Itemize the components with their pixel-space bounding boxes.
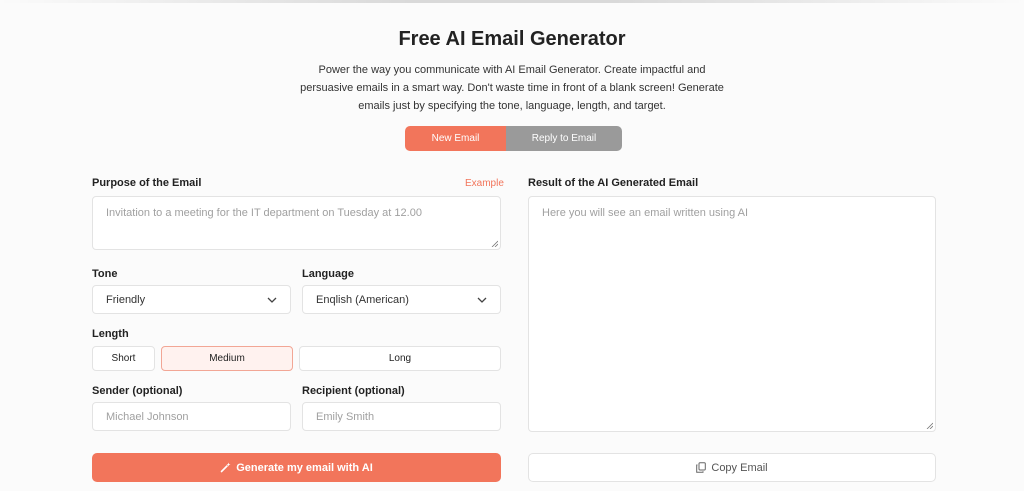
language-label: Language: [302, 268, 354, 280]
top-divider: [0, 0, 1024, 3]
example-link[interactable]: Example: [465, 178, 504, 189]
generate-button-label: Generate my email with AI: [236, 461, 373, 474]
purpose-placeholder: Invitation to a meeting for the IT depar…: [106, 207, 422, 219]
language-value: Enqlish (American): [316, 293, 409, 306]
tone-value: Friendly: [106, 293, 146, 306]
magic-wand-icon: [220, 462, 231, 473]
copy-email-button[interactable]: Copy Email: [528, 453, 936, 482]
language-select[interactable]: Enqlish (American): [302, 285, 501, 314]
tab-new-email[interactable]: New Email: [405, 126, 506, 151]
purpose-label: Purpose of the Email: [92, 177, 202, 189]
resize-grip-icon[interactable]: [491, 240, 498, 247]
page-description: Power the way you communicate with AI Em…: [300, 64, 724, 112]
result-textarea[interactable]: Here you will see an email written using…: [528, 196, 936, 432]
resize-grip-icon[interactable]: [926, 422, 933, 429]
tone-label: Tone: [92, 268, 118, 280]
mode-toggle: New Email Reply to Email: [405, 126, 622, 151]
result-placeholder: Here you will see an email written using…: [542, 207, 749, 219]
chevron-down-icon: [267, 297, 277, 303]
length-short-button[interactable]: Short: [92, 346, 155, 371]
sender-input[interactable]: Michael Johnson: [92, 402, 291, 431]
length-long-button[interactable]: Long: [299, 346, 501, 371]
generate-email-button[interactable]: Generate my email with AI: [92, 453, 501, 482]
copy-icon: [696, 462, 707, 473]
chevron-down-icon: [477, 297, 487, 303]
recipient-label: Recipient (optional): [302, 385, 405, 397]
page-title: Free AI Email Generator: [398, 28, 626, 50]
recipient-placeholder: Emily Smith: [316, 410, 375, 423]
sender-placeholder: Michael Johnson: [106, 410, 189, 423]
recipient-input[interactable]: Emily Smith: [302, 402, 501, 431]
purpose-textarea[interactable]: Invitation to a meeting for the IT depar…: [92, 196, 501, 250]
copy-button-label: Copy Email: [711, 461, 768, 474]
tab-reply-to-email[interactable]: Reply to Email: [506, 126, 622, 151]
sender-label: Sender (optional): [92, 385, 183, 397]
result-label: Result of the AI Generated Email: [528, 177, 699, 189]
length-medium-button[interactable]: Medium: [161, 346, 293, 371]
tone-select[interactable]: Friendly: [92, 285, 291, 314]
length-label: Length: [92, 328, 129, 340]
